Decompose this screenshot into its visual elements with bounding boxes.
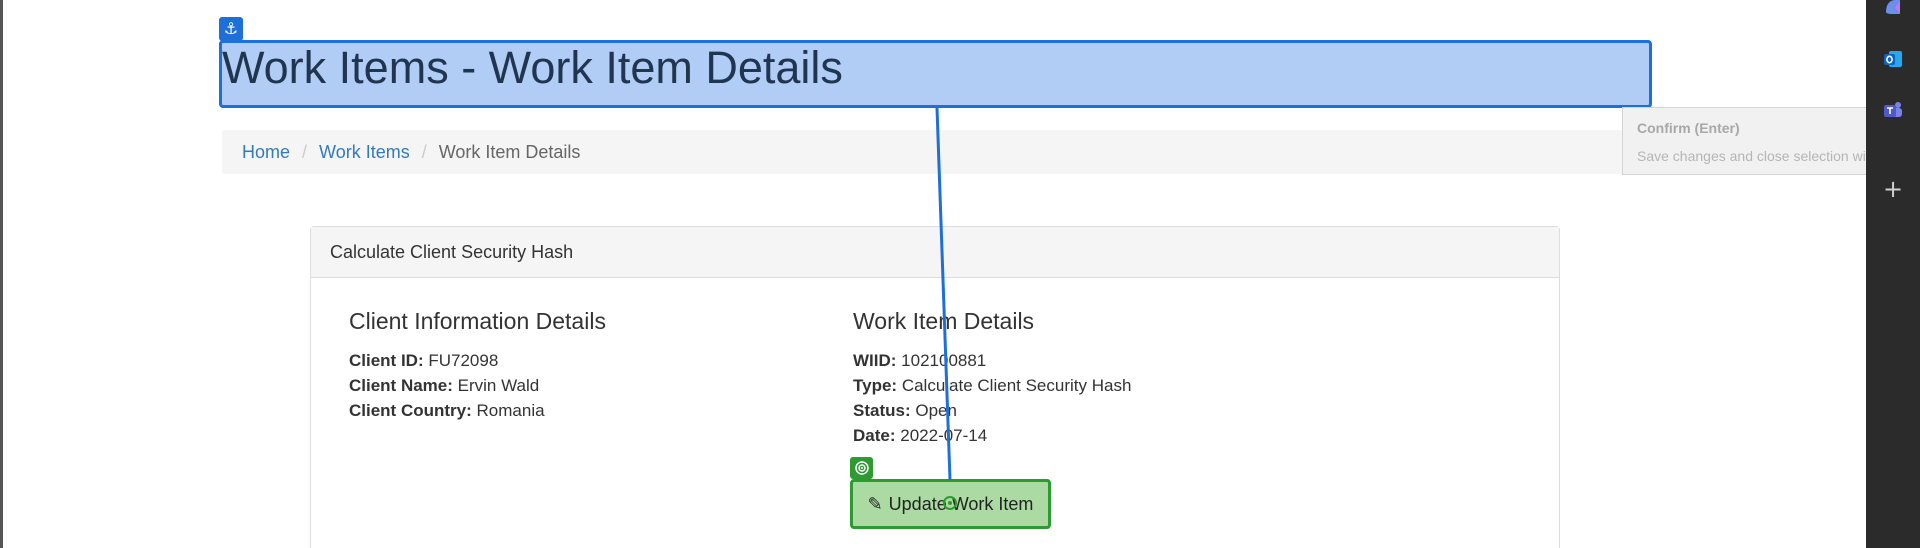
update-work-item-button[interactable]: ✎ Update Work Item: [850, 479, 1051, 529]
anchor-icon[interactable]: ⚓: [219, 17, 243, 41]
field-label: Client Country:: [349, 401, 472, 420]
type-value: Calculate Client Security Hash: [901, 376, 1132, 395]
field-label: Client Name:: [349, 376, 453, 395]
date-value: 2022-07-14: [900, 426, 988, 445]
wiid-row: WIID: 102100881: [853, 348, 1131, 373]
client-name-value: Ervin Wald: [457, 376, 540, 395]
work-item-section-heading: Work Item Details: [853, 308, 1035, 334]
client-information-section: Client Information Details Client ID: FU…: [349, 307, 606, 423]
type-row: Type: Calculate Client Security Hash: [853, 373, 1131, 398]
breadcrumb-current: Work Item Details: [438, 141, 581, 162]
client-section-heading: Client Information Details: [349, 308, 606, 334]
target-icon[interactable]: [850, 457, 873, 479]
copilot-icon[interactable]: [1880, 0, 1906, 20]
breadcrumb: Home / Work Items / Work Item Details: [222, 130, 1652, 174]
breadcrumb-home-link[interactable]: Home: [242, 142, 290, 163]
update-work-item-label: Update Work Item: [888, 493, 1034, 514]
breadcrumb-separator: /: [421, 141, 427, 162]
window-left-border: [0, 0, 3, 548]
edge-sidebar: +: [1866, 0, 1920, 548]
teams-icon[interactable]: [1880, 97, 1906, 123]
panel-heading: Calculate Client Security Hash: [311, 227, 1559, 278]
client-id-value: FU72098: [428, 351, 499, 370]
work-item-section: Work Item Details WIID: 102100881 Type: …: [853, 307, 1131, 448]
field-label: Status:: [853, 401, 911, 420]
wiid-value: 102100881: [901, 351, 987, 370]
client-id-row: Client ID: FU72098: [349, 348, 606, 373]
field-label: Date:: [853, 426, 896, 445]
field-label: WIID:: [853, 351, 897, 370]
status-value: Open: [915, 401, 957, 420]
field-label: Type:: [853, 376, 898, 395]
client-country-value: Romania: [476, 401, 545, 420]
pencil-icon: ✎: [867, 493, 883, 515]
date-row: Date: 2022-07-14: [853, 423, 1131, 448]
field-label: Client ID:: [349, 351, 424, 370]
plus-icon[interactable]: +: [1880, 175, 1906, 203]
client-name-row: Client Name: Ervin Wald: [349, 373, 606, 398]
outlook-icon[interactable]: [1880, 46, 1906, 72]
breadcrumb-separator: /: [302, 141, 308, 162]
breadcrumb-work-items-link[interactable]: Work Items: [319, 142, 410, 163]
status-row: Status: Open: [853, 398, 1131, 423]
client-country-row: Client Country: Romania: [349, 398, 606, 423]
page-title: Work Items - Work Item Details: [222, 42, 843, 93]
